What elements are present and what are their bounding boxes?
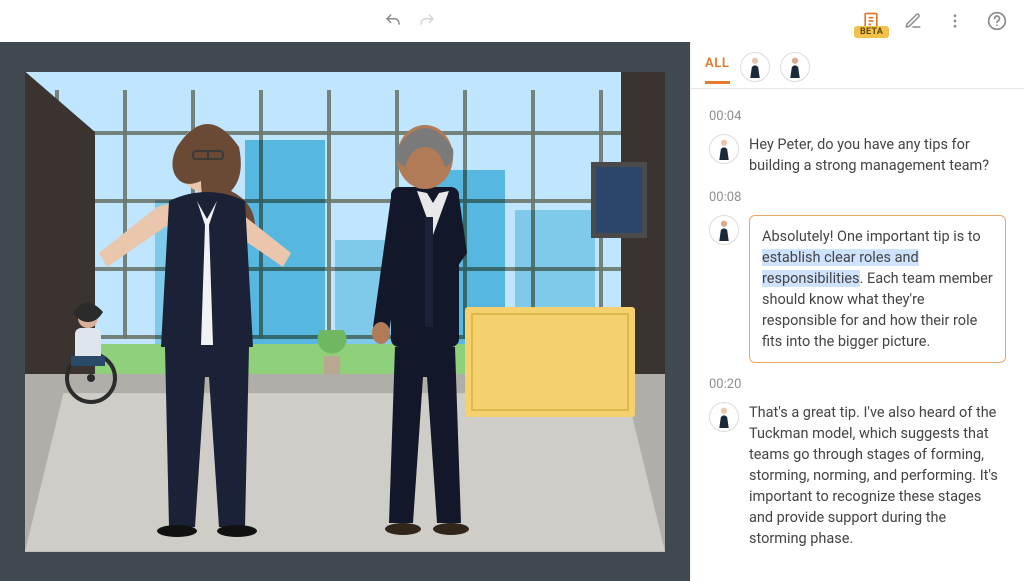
pencil-icon[interactable] [902,10,924,32]
transcript-text: Absolutely! One important tip is to esta… [749,215,1006,363]
main-split: ALL 00:04 Hey Peter, do you have any tip… [0,42,1024,581]
transcript-tabs: ALL [691,42,1024,89]
video-canvas[interactable] [0,42,690,581]
transcript-text: That's a great tip. I've also heard of t… [749,402,1006,549]
undo-redo-group [382,10,438,32]
character-woman [85,97,305,537]
speaker-filter-2[interactable] [780,52,810,82]
timestamp[interactable]: 00:08 [709,190,1006,205]
redo-icon[interactable] [416,10,438,32]
transcript-line[interactable]: Hey Peter, do you have any tips for buil… [709,134,1006,176]
transcript-pane: ALL 00:04 Hey Peter, do you have any tip… [690,42,1024,581]
wall-picture [591,162,647,238]
character-man [325,97,525,537]
top-toolbar: BETA [0,0,1024,42]
transcript-line[interactable]: That's a great tip. I've also heard of t… [709,402,1006,549]
beta-badge: BETA [854,26,889,38]
timestamp[interactable]: 00:04 [709,109,1006,124]
notes-button[interactable]: BETA [860,10,882,32]
timestamp[interactable]: 00:20 [709,377,1006,392]
speaker-avatar-1 [709,134,739,164]
transcript-body[interactable]: 00:04 Hey Peter, do you have any tips fo… [691,89,1024,581]
app-root: BETA [0,0,1024,581]
transcript-text: Hey Peter, do you have any tips for buil… [749,134,1006,176]
office-scene-illustration [25,72,665,552]
speaker-avatar-2 [709,215,739,245]
help-circle-icon[interactable] [986,10,1008,32]
tab-all[interactable]: ALL [705,56,730,84]
speaker-avatar-1 [709,402,739,432]
more-vertical-icon[interactable] [944,10,966,32]
transcript-line-active[interactable]: Absolutely! One important tip is to esta… [709,215,1006,363]
speaker-filter-1[interactable] [740,52,770,82]
undo-icon[interactable] [382,10,404,32]
toolbar-right: BETA [860,10,1008,32]
